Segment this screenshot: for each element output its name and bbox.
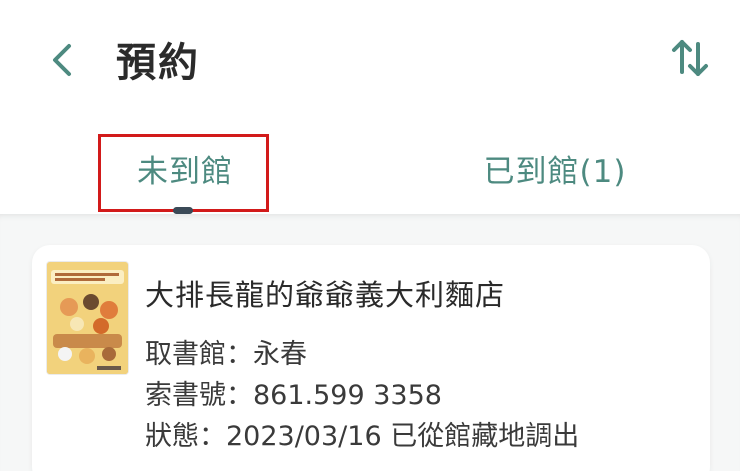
sort-button[interactable] (664, 32, 716, 84)
status-value: 2023/03/16 已從館藏地調出 (226, 421, 580, 452)
book-cover-image (47, 262, 128, 374)
book-title: 大排長龍的爺爺義大利麵店 (145, 278, 506, 312)
call-number-label: 索書號： (145, 380, 253, 411)
active-tab-indicator (173, 207, 193, 214)
tab-arrived[interactable]: 已到館(1) (370, 118, 740, 216)
chevron-left-icon (53, 44, 71, 76)
pickup-library-row: 取書館：永春 (145, 332, 307, 371)
pickup-library-label: 取書館： (145, 339, 253, 370)
top-bar: 預約 (0, 0, 740, 115)
sort-arrows-icon (672, 40, 708, 76)
back-button[interactable] (40, 38, 84, 82)
highlight-box (98, 134, 269, 212)
status-label: 狀態： (145, 421, 226, 452)
tab-arrived-label: 已到館(1) (483, 154, 627, 190)
pickup-library-value: 永春 (253, 339, 307, 370)
reservation-list: 大排長龍的爺爺義大利麵店 取書館：永春 索書號：861.599 3358 狀態：… (0, 214, 740, 471)
call-number-row: 索書號：861.599 3358 (145, 373, 442, 412)
call-number-value: 861.599 3358 (253, 380, 442, 411)
page-title: 預約 (116, 40, 200, 86)
reservation-card[interactable]: 大排長龍的爺爺義大利麵店 取書館：永春 索書號：861.599 3358 狀態：… (32, 245, 710, 471)
tab-bar: 未到館 已到館(1) (0, 118, 740, 216)
app-screen: 預約 未到館 已到館(1) 大排長龍的爺爺義大利麵店 取書館：永春 索書號：86… (0, 0, 740, 471)
status-row: 狀態：2023/03/16 已從館藏地調出 (145, 414, 579, 453)
